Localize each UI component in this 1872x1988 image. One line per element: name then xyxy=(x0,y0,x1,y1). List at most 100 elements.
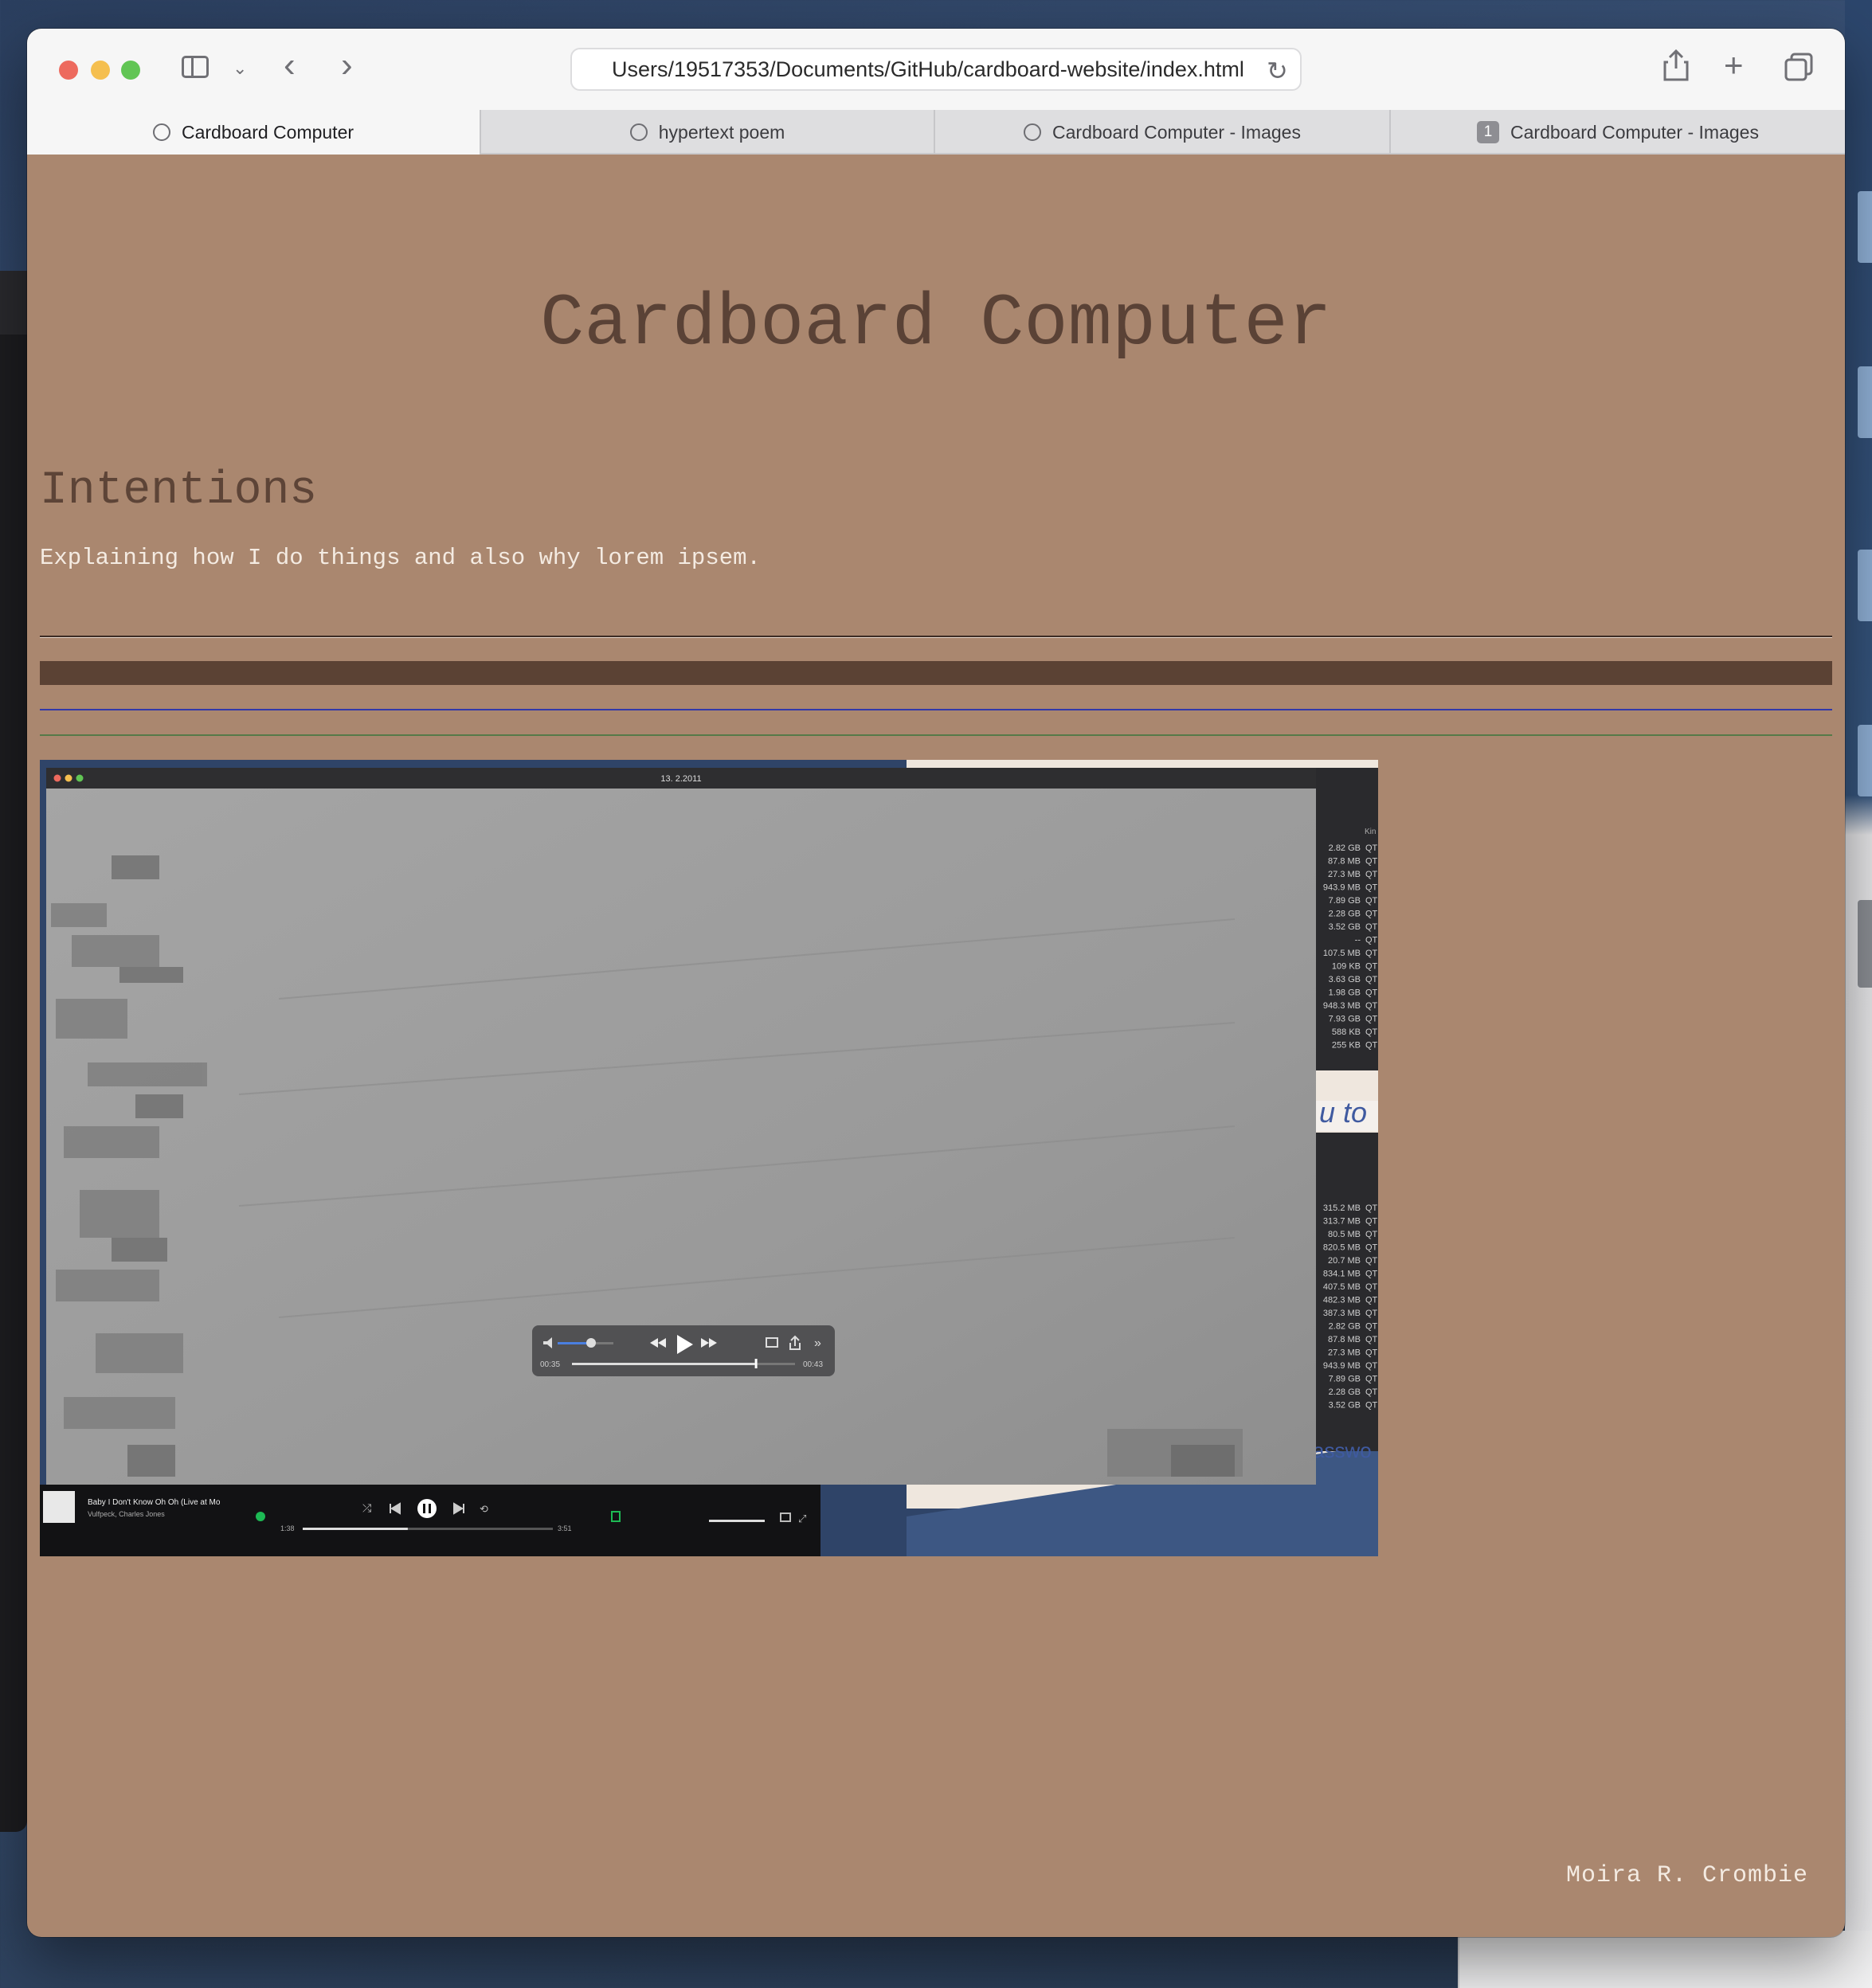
address-text: Users/19517353/Documents/GitHub/cardboar… xyxy=(612,57,1244,81)
more-controls-icon[interactable]: » xyxy=(814,1336,821,1350)
file-kind-cell: QT xyxy=(1365,857,1378,867)
tab-overview-icon[interactable] xyxy=(1784,53,1813,88)
background-app-window xyxy=(0,271,27,1832)
file-kind-cell: QT xyxy=(1365,1282,1378,1292)
file-size-cell: 820.5 MB xyxy=(1323,1243,1361,1253)
music-volume-slider[interactable] xyxy=(709,1520,765,1522)
file-kind-cell: QT xyxy=(1365,1322,1378,1332)
file-kind-cell: QT xyxy=(1365,896,1378,906)
divider-blue xyxy=(40,709,1832,710)
tab-cardboard-images-2[interactable]: 1 Cardboard Computer - Images xyxy=(1389,110,1845,155)
forward-icon[interactable]: › xyxy=(341,48,353,83)
file-size-cell: 948.3 MB xyxy=(1323,1001,1361,1011)
file-size-cell: 834.1 MB xyxy=(1323,1270,1361,1279)
footer-author: Moira R. Crombie xyxy=(1566,1862,1809,1889)
volume-slider-knob[interactable] xyxy=(586,1338,596,1348)
file-size-cell: 20.7 MB xyxy=(1328,1256,1361,1266)
file-kind-cell: QT xyxy=(1365,1309,1378,1318)
file-size-cell: 588 KB xyxy=(1332,1027,1361,1037)
file-size-cell: 7.89 GB xyxy=(1329,896,1361,906)
tab-cardboard-computer[interactable]: Cardboard Computer xyxy=(27,110,480,155)
shuffle-icon[interactable]: ⤮ xyxy=(362,1501,371,1514)
page-title: Cardboard Computer xyxy=(540,282,1332,366)
file-size-cell: 943.9 MB xyxy=(1323,1361,1361,1371)
pause-button[interactable] xyxy=(417,1499,437,1518)
file-size-cell: 2.82 GB xyxy=(1329,1322,1361,1332)
desktop-file-icon[interactable] xyxy=(1858,550,1872,621)
file-size-cell: 7.89 GB xyxy=(1329,1375,1361,1384)
music-total: 3:51 xyxy=(558,1524,572,1532)
minimize-window-button[interactable] xyxy=(91,61,110,80)
compass-icon xyxy=(152,123,170,141)
file-size-cell: 3.52 GB xyxy=(1329,922,1361,932)
music-elapsed: 1:38 xyxy=(280,1524,295,1532)
file-kind-cell: QT xyxy=(1365,988,1378,998)
file-size-cell: 255 KB xyxy=(1332,1041,1361,1051)
file-size-cell: 407.5 MB xyxy=(1323,1282,1361,1292)
compass-icon xyxy=(629,123,648,141)
tab-label: Cardboard Computer xyxy=(181,122,354,143)
close-window-button[interactable] xyxy=(59,61,78,80)
file-kind-cell: QT xyxy=(1365,1217,1378,1227)
desktop-drive-icon[interactable] xyxy=(1858,900,1872,988)
video-playhead[interactable] xyxy=(754,1359,758,1368)
file-size-cell: 109 KB xyxy=(1332,962,1361,972)
browser-window: ⌄ ‹ › Users/19517353/Documents/GitHub/ca… xyxy=(27,29,1845,1937)
file-size-cell: 87.8 MB xyxy=(1328,1335,1361,1344)
divider-green xyxy=(40,734,1832,736)
liked-check-icon[interactable] xyxy=(256,1512,265,1521)
file-kind-cell: QT xyxy=(1365,936,1378,945)
background-app-toolbar xyxy=(0,271,27,335)
chevron-down-icon[interactable]: ⌄ xyxy=(233,53,247,84)
document-fragment: asswo xyxy=(1313,1438,1372,1462)
file-kind-cell: QT xyxy=(1365,962,1378,972)
tab-badge: 1 xyxy=(1477,120,1500,143)
pause-icon-bar xyxy=(423,1504,425,1513)
desktop-file-icon[interactable] xyxy=(1858,366,1872,438)
fullscreen-icon[interactable]: ⤢ xyxy=(798,1513,806,1524)
repeat-icon[interactable]: ⟲ xyxy=(480,1503,488,1515)
file-kind-cell: QT xyxy=(1365,1270,1378,1279)
tab-hypertext-poem[interactable]: hypertext poem xyxy=(480,110,934,155)
desktop-file-icon[interactable] xyxy=(1858,191,1872,263)
file-kind-cell: QT xyxy=(1365,1348,1378,1358)
tab-label: Cardboard Computer - Images xyxy=(1052,122,1301,143)
reload-icon[interactable]: ↻ xyxy=(1267,56,1288,86)
file-kind-cell: QT xyxy=(1365,883,1378,893)
file-kind-cell: QT xyxy=(1365,1387,1378,1397)
music-title: Baby I Don't Know Oh Oh (Live at Mo xyxy=(88,1498,221,1507)
volume-level xyxy=(558,1342,591,1344)
tab-cardboard-images[interactable]: Cardboard Computer - Images xyxy=(934,110,1389,155)
file-size-cell: 80.5 MB xyxy=(1328,1230,1361,1239)
video-progress xyxy=(572,1363,755,1365)
tab-bar: Cardboard Computer hypertext poem Cardbo… xyxy=(27,110,1845,155)
album-art xyxy=(43,1491,75,1523)
new-tab-icon[interactable]: + xyxy=(1724,49,1744,82)
file-kind-cell: QT xyxy=(1365,1296,1378,1305)
address-bar[interactable]: Users/19517353/Documents/GitHub/cardboar… xyxy=(570,48,1302,91)
file-kind-cell: QT xyxy=(1365,1015,1378,1024)
document-fragment: u to xyxy=(1319,1096,1367,1129)
file-size-cell: 2.28 GB xyxy=(1329,1387,1361,1397)
file-kind-cell: QT xyxy=(1365,1401,1378,1411)
zoom-window-button[interactable] xyxy=(121,61,140,80)
file-size-cell: 3.63 GB xyxy=(1329,975,1361,984)
desktop-file-icon[interactable] xyxy=(1858,725,1872,796)
file-size-cell: 7.93 GB xyxy=(1329,1015,1361,1024)
file-kind-cell: QT xyxy=(1365,870,1378,879)
file-kind-cell: QT xyxy=(1365,1243,1378,1253)
file-kind-cell: QT xyxy=(1365,1203,1378,1213)
back-icon[interactable]: ‹ xyxy=(284,48,296,83)
file-kind-cell: QT xyxy=(1365,1361,1378,1371)
file-kind-cell: QT xyxy=(1365,1335,1378,1344)
video-elapsed: 00:35 xyxy=(540,1360,560,1369)
file-size-cell: 2.82 GB xyxy=(1329,843,1361,853)
share-icon[interactable] xyxy=(1663,49,1689,88)
browser-toolbar: ⌄ ‹ › Users/19517353/Documents/GitHub/ca… xyxy=(27,29,1845,110)
sidebar-toggle-icon[interactable] xyxy=(182,56,209,78)
file-size-cell: 87.8 MB xyxy=(1328,857,1361,867)
file-kind-cell: QT xyxy=(1365,1001,1378,1011)
section-text: Explaining how I do things and also why … xyxy=(40,545,761,571)
tab-label: Cardboard Computer - Images xyxy=(1510,122,1759,143)
file-size-cell: 313.7 MB xyxy=(1323,1217,1361,1227)
